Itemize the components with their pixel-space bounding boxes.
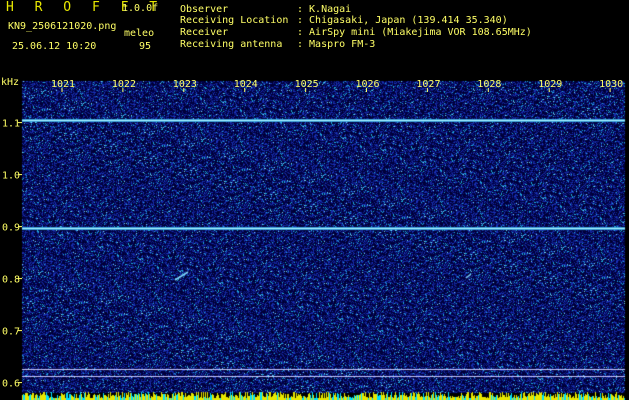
location-value: : Chigasaki, Japan (139.414 35.340) xyxy=(297,15,508,26)
x-tick-label: 1021 xyxy=(51,79,75,90)
y-tick-label: 0.9 xyxy=(2,223,20,234)
x-tick-label: 1023 xyxy=(173,79,197,90)
x-tick-label: 1028 xyxy=(477,79,501,90)
antenna-label: Receiving antenna xyxy=(180,39,283,50)
file-name: KN9_2506121020.png xyxy=(8,21,117,32)
x-tick-label: 1026 xyxy=(356,79,380,90)
meleo-label: meleo xyxy=(124,28,155,39)
x-tick-label: 1025 xyxy=(295,79,319,90)
x-tick-label: 1024 xyxy=(234,79,258,90)
x-axis-ticks: 1021 1022 1023 1024 1025 1026 1027 1028 1029 1030 xyxy=(51,79,623,92)
spectrogram-axes: kHz 1021 1022 1023 1024 1025 1026 1027 1028 1029… xyxy=(1,77,623,390)
receiver-value: : AirSpy mini (Miakejima VOR 108.65MHz) xyxy=(297,27,532,38)
y-tick-label: 0.7 xyxy=(2,327,20,338)
receiver-label: Receiver xyxy=(180,27,229,38)
location-label: Receiving Location xyxy=(180,15,289,26)
antenna-value: : Maspro FM-3 xyxy=(297,39,376,50)
meleo-count: 95 xyxy=(139,41,152,52)
y-tick-label: 0.8 xyxy=(2,275,20,286)
y-tick-label: 0.6 xyxy=(2,379,20,390)
y-tick-label: 1.0 xyxy=(2,171,20,182)
y-tick-label: 1.1 xyxy=(2,119,20,130)
x-tick-label: 1022 xyxy=(112,79,136,90)
x-tick-label: 1030 xyxy=(599,79,623,90)
y-axis-ticks: 1.1 1.0 0.9 0.8 0.7 0.6 xyxy=(2,119,22,390)
x-tick-label: 1027 xyxy=(416,79,440,90)
header: H R O F F T 1.0.0f KN9_2506121020.png 25… xyxy=(0,0,629,75)
app-version: 1.0.0f xyxy=(122,3,159,14)
capture-datetime: 25.06.12 10:20 xyxy=(12,41,97,52)
spectrogram-panel: kHz 1021 1022 1023 1024 1025 1026 1027 1028 1029… xyxy=(0,75,629,400)
y-axis-unit: kHz xyxy=(1,77,19,88)
x-tick-label: 1029 xyxy=(538,79,562,90)
